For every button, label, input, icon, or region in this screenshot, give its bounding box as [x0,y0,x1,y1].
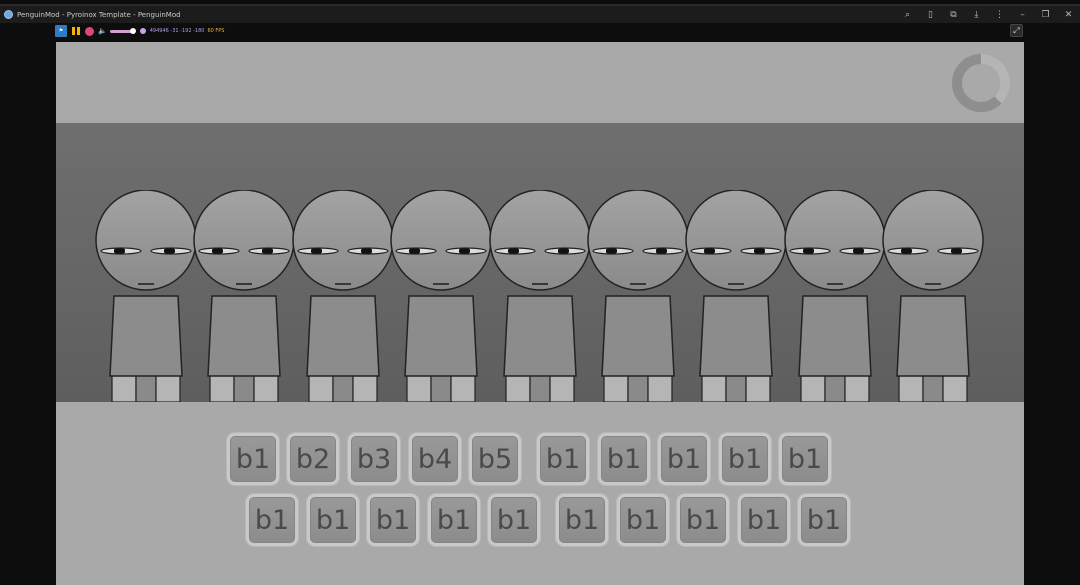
character-figure [784,189,886,403]
search-icon[interactable]: ⌕ [896,6,919,23]
sound-button-panel: b1 b2 b3 b4 b5 b1 b1 b1 b1 b1 b1 b1 b1 b1 b1 b1 b1 b1 b1 b1 [56,402,1024,585]
extensions-icon[interactable]: ⧉ [942,6,965,23]
sound-button-b2[interactable]: b2 [287,433,339,485]
download-icon[interactable]: ⤓ [965,6,988,23]
character-1 [94,189,198,403]
character-9 [881,189,985,403]
fps-counter: 60 FPS [207,28,225,34]
top-panel [56,42,1024,123]
character-figure [587,189,689,403]
character-figure [390,189,492,403]
character-2 [192,189,296,403]
fullscreen-button[interactable]: ⤢ [1010,24,1023,37]
sound-button-b4[interactable]: b4 [409,433,461,485]
window-title: PenguinMod - Pyroinox Template - Penguin… [17,10,181,19]
volume-icon[interactable]: 🔈 [98,27,107,35]
character-figure [882,189,984,403]
sound-button-b1[interactable]: b1 [798,494,850,546]
character-4 [389,189,493,403]
character-8 [783,189,887,403]
sound-button-b1[interactable]: b1 [488,494,540,546]
sound-button-b1[interactable]: b1 [617,494,669,546]
sound-button-b1[interactable]: b1 [719,433,771,485]
sound-button-b1[interactable]: b1 [658,433,710,485]
sound-button-b1[interactable]: b1 [246,494,298,546]
character-7 [684,189,788,403]
mouse-coordinates: 494946 -31 -192 -180 [149,28,205,34]
penguinmod-logo-icon [4,10,13,19]
sound-button-b1[interactable]: b1 [307,494,359,546]
sound-button-b1[interactable]: b1 [227,433,279,485]
sound-button-b1[interactable]: b1 [779,433,831,485]
loading-spinner-icon [952,54,1010,112]
more-icon[interactable]: ⋮ [988,6,1011,23]
sound-button-b3[interactable]: b3 [348,433,400,485]
mouse-position-icon [139,28,146,34]
window-controls: ⌕ ▯ ⧉ ⤓ ⋮ – ❐ ✕ [896,6,1080,23]
volume-slider-knob[interactable] [129,27,136,34]
character-3 [291,189,395,403]
character-figure [95,189,197,403]
character-figure [292,189,394,403]
game-stage[interactable]: b1 b2 b3 b4 b5 b1 b1 b1 b1 b1 b1 b1 b1 b1 b1 b1 b1 b1 b1 b1 [56,42,1024,585]
volume-slider[interactable] [109,27,136,34]
restore-icon[interactable]: ❐ [1034,6,1057,23]
pause-icon[interactable] [71,26,81,36]
stop-icon[interactable] [85,26,94,36]
sound-button-b1[interactable]: b1 [677,494,729,546]
sound-button-b1[interactable]: b1 [598,433,650,485]
character-figure [488,189,591,403]
player-toolbar: ⚑ 🔈 494946 -31 -192 -180 60 FPS [55,24,224,38]
character-5 [488,189,592,403]
sound-button-b1[interactable]: b1 [428,494,480,546]
minimize-icon[interactable]: – [1011,6,1034,23]
fullscreen-icon: ⤢ [1013,25,1020,35]
close-icon[interactable]: ✕ [1057,6,1080,23]
character-figure [685,189,788,403]
green-flag-icon[interactable]: ⚑ [55,25,67,37]
document-icon[interactable]: ▯ [919,6,942,23]
sound-button-b1[interactable]: b1 [738,494,790,546]
sound-button-b1[interactable]: b1 [367,494,419,546]
character-figure [193,189,296,403]
sound-button-b1[interactable]: b1 [537,433,589,485]
sound-button-b5[interactable]: b5 [469,433,521,485]
title-bar: PenguinMod - Pyroinox Template - Penguin… [0,4,1080,23]
character-6 [586,189,690,403]
sound-button-b1[interactable]: b1 [556,494,608,546]
